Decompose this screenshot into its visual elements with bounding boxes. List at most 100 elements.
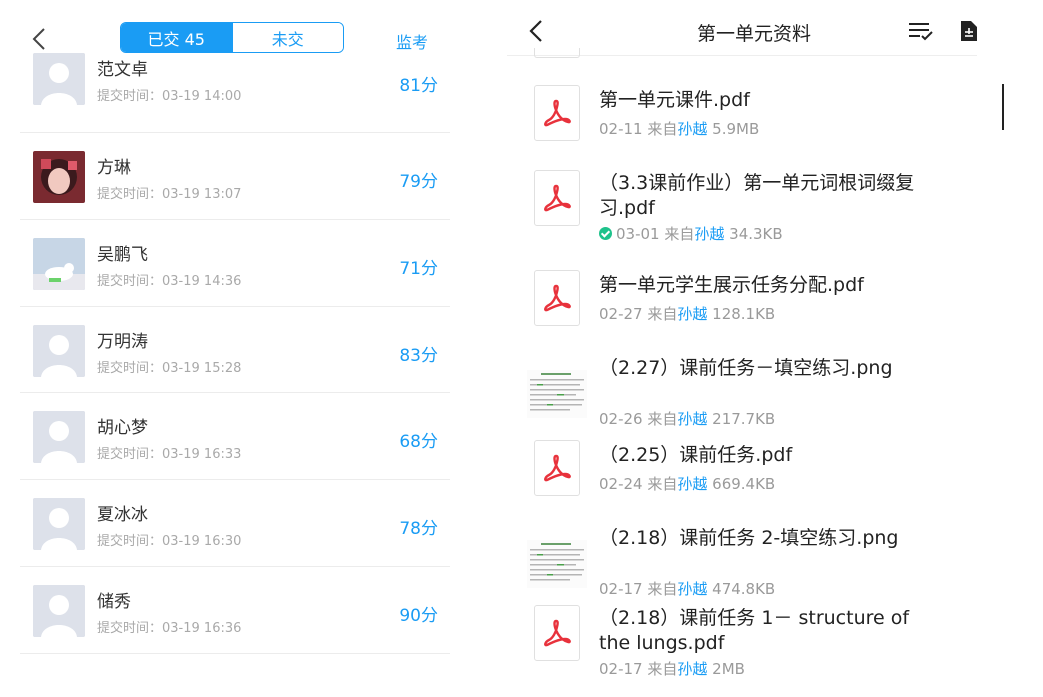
student-score[interactable]: 78分: [399, 514, 438, 539]
file-item[interactable]: （2.27）课前任务－填空练习.png 02-26 来自孙越 217.7KB: [507, 350, 977, 436]
student-score[interactable]: 90分: [399, 601, 438, 626]
file-size: 2MB: [707, 660, 745, 678]
pdf-thumbnail: [534, 440, 580, 496]
avatar: [33, 498, 85, 551]
submit-time-label: 提交时间：: [97, 447, 163, 463]
file-uploader[interactable]: 孙越: [694, 225, 724, 243]
file-item[interactable]: 第一单元课件.pdf 02-11 来自孙越 5.9MB: [507, 80, 977, 166]
student-score[interactable]: 68分: [399, 427, 438, 452]
file-size: 669.4KB: [707, 475, 776, 493]
student-score[interactable]: 79分: [399, 167, 438, 192]
submit-time-value: 03-19 16:30: [162, 534, 242, 550]
student-row[interactable]: 万明涛 提交时间：03-19 15:28 83分: [20, 307, 450, 394]
submit-time: 提交时间：03-19 14:00: [97, 85, 241, 104]
file-from-label: 来自: [647, 475, 678, 493]
list-check-icon: [909, 23, 933, 41]
cartoon-avatar-icon: [33, 237, 85, 290]
file-item[interactable]: （2.18）课前任务 1－ structure of the lungs.pdf…: [507, 600, 977, 686]
file-from-label: 来自: [647, 305, 678, 323]
file-name: 第一单元课件.pdf: [599, 89, 750, 111]
student-row[interactable]: 方琳提交时间：03-19 13:07 79分: [20, 133, 450, 220]
upload-doc-button[interactable]: [958, 18, 980, 44]
submit-time: 提交时间：03-19 16:33: [97, 443, 241, 462]
student-row[interactable]: 夏冰冰 提交时间：03-19 16:30 78分: [20, 480, 450, 567]
avatar: [33, 324, 85, 377]
sort-button[interactable]: [907, 18, 935, 44]
file-date: 02-27: [599, 305, 648, 323]
submit-time-label: 提交时间：: [97, 187, 163, 202]
file-date: 02-24: [599, 475, 648, 493]
pdf-icon: [544, 99, 571, 127]
student-list: 范文卓 提交时间：03-19 14:00 81分 方琳 提交时间：03-19 13:07…: [0, 47, 464, 654]
file-uploader[interactable]: 孙越: [677, 120, 707, 138]
pdf-thumbnail: [534, 170, 580, 226]
submit-time: 提交时间：03-19 16:30: [97, 530, 241, 549]
file-meta: 02-11 来自孙越 5.9MB: [599, 118, 759, 139]
student-name: 方琳: [97, 158, 131, 178]
student-score[interactable]: 71分: [399, 254, 438, 279]
file-date: 02-11: [599, 120, 648, 138]
student-row[interactable]: 储秀 提交时间：03-19 16:36 90分: [20, 567, 450, 654]
student-row[interactable]: 胡心梦提交时间：03-19 16:33 68分: [20, 393, 450, 481]
file-name: （2.27）课前任务－填空练习.png: [599, 357, 893, 379]
submit-time-label: 提交时间：: [97, 360, 163, 376]
default-avatar-icon: [33, 324, 85, 377]
scrollbar[interactable]: [1002, 84, 1004, 130]
submit-time-value: 03-19 16:33: [162, 447, 242, 463]
left-panel: 已交 45 未交 监考 范文卓 提交时间：03-19 14:00 81分 方琳 提交时间…: [0, 0, 464, 697]
file-item[interactable]: 第一单元学生展示任务分配.pdf 02-27 来自孙越 128.1KB: [507, 265, 977, 351]
student-name: 范文卓: [97, 60, 148, 80]
submit-time-label: 提交时间：: [97, 620, 163, 636]
submit-time-value: 03-19 14:00: [162, 89, 242, 104]
pdf-icon: [544, 619, 571, 647]
file-item[interactable]: （2.18）课前任务 2-填空练习.png 02-17 来自孙越 474.8KB: [507, 520, 977, 606]
file-from-label: 来自: [647, 580, 678, 598]
file-uploader[interactable]: 孙越: [677, 305, 707, 323]
file-item[interactable]: （2.25）课前任务.pdf 02-24 来自孙越 669.4KB: [507, 435, 977, 521]
default-avatar-icon: [33, 584, 85, 637]
submit-time-label: 提交时间：: [97, 89, 163, 104]
avatar: [33, 53, 85, 105]
submit-time: 提交时间：03-19 14:36: [97, 270, 241, 289]
file-name: （3.3课前作业）第一单元词根词缀复习.pdf: [599, 172, 915, 219]
submit-time-value: 03-19 13:07: [162, 187, 242, 202]
pdf-icon: [544, 284, 571, 312]
student-name: 胡心梦: [97, 418, 148, 439]
file-uploader[interactable]: 孙越: [677, 410, 707, 428]
file-from-label: 来自: [664, 225, 695, 243]
file-meta: 02-26 来自孙越 217.7KB: [599, 408, 775, 429]
student-score[interactable]: 83分: [399, 341, 438, 366]
file-meta: 03-01 来自孙越 34.3KB: [599, 223, 783, 244]
file-size: 217.7KB: [707, 410, 776, 428]
file-size: 474.8KB: [707, 580, 776, 598]
student-row[interactable]: 吴鹏飞提交时间：03-19 14:36 71分: [20, 220, 450, 307]
file-item[interactable]: （3.3课前作业）第一单元词根词缀复习.pdf 03-01 来自孙越 34.3KB: [507, 165, 977, 251]
submit-time-value: 03-19 14:36: [162, 273, 242, 289]
submit-time: 提交时间：03-19 13:07: [97, 183, 241, 202]
student-row[interactable]: 范文卓提交时间：03-19 14:00 81分: [20, 47, 450, 133]
image-thumbnail-icon: [527, 370, 587, 418]
student-score[interactable]: 81分: [399, 71, 438, 96]
photo-avatar-icon: [33, 151, 85, 203]
file-size: 34.3KB: [724, 225, 783, 243]
submit-time-value: 03-19 16:36: [162, 620, 242, 636]
avatar: [33, 237, 85, 290]
image-thumbnail-icon: [527, 540, 587, 588]
file-uploader[interactable]: 孙越: [677, 660, 707, 678]
file-date: 03-01: [616, 225, 665, 243]
document-icon: [961, 21, 977, 41]
partial-file-thumb: [534, 48, 580, 58]
default-avatar-icon: [33, 53, 85, 105]
submit-time: 提交时间：03-19 16:36: [97, 617, 241, 636]
file-uploader[interactable]: 孙越: [677, 475, 707, 493]
file-size: 128.1KB: [707, 305, 776, 323]
file-meta: 02-17 来自孙越 474.8KB: [599, 578, 775, 599]
pdf-thumbnail: [534, 85, 580, 141]
file-date: 02-17: [599, 580, 648, 598]
avatar: [33, 411, 85, 464]
submit-time: 提交时间：03-19 15:28: [97, 357, 241, 376]
student-name: 吴鹏飞: [97, 244, 148, 265]
image-thumbnail: [527, 370, 587, 418]
default-avatar-icon: [33, 411, 85, 464]
file-uploader[interactable]: 孙越: [677, 580, 707, 598]
